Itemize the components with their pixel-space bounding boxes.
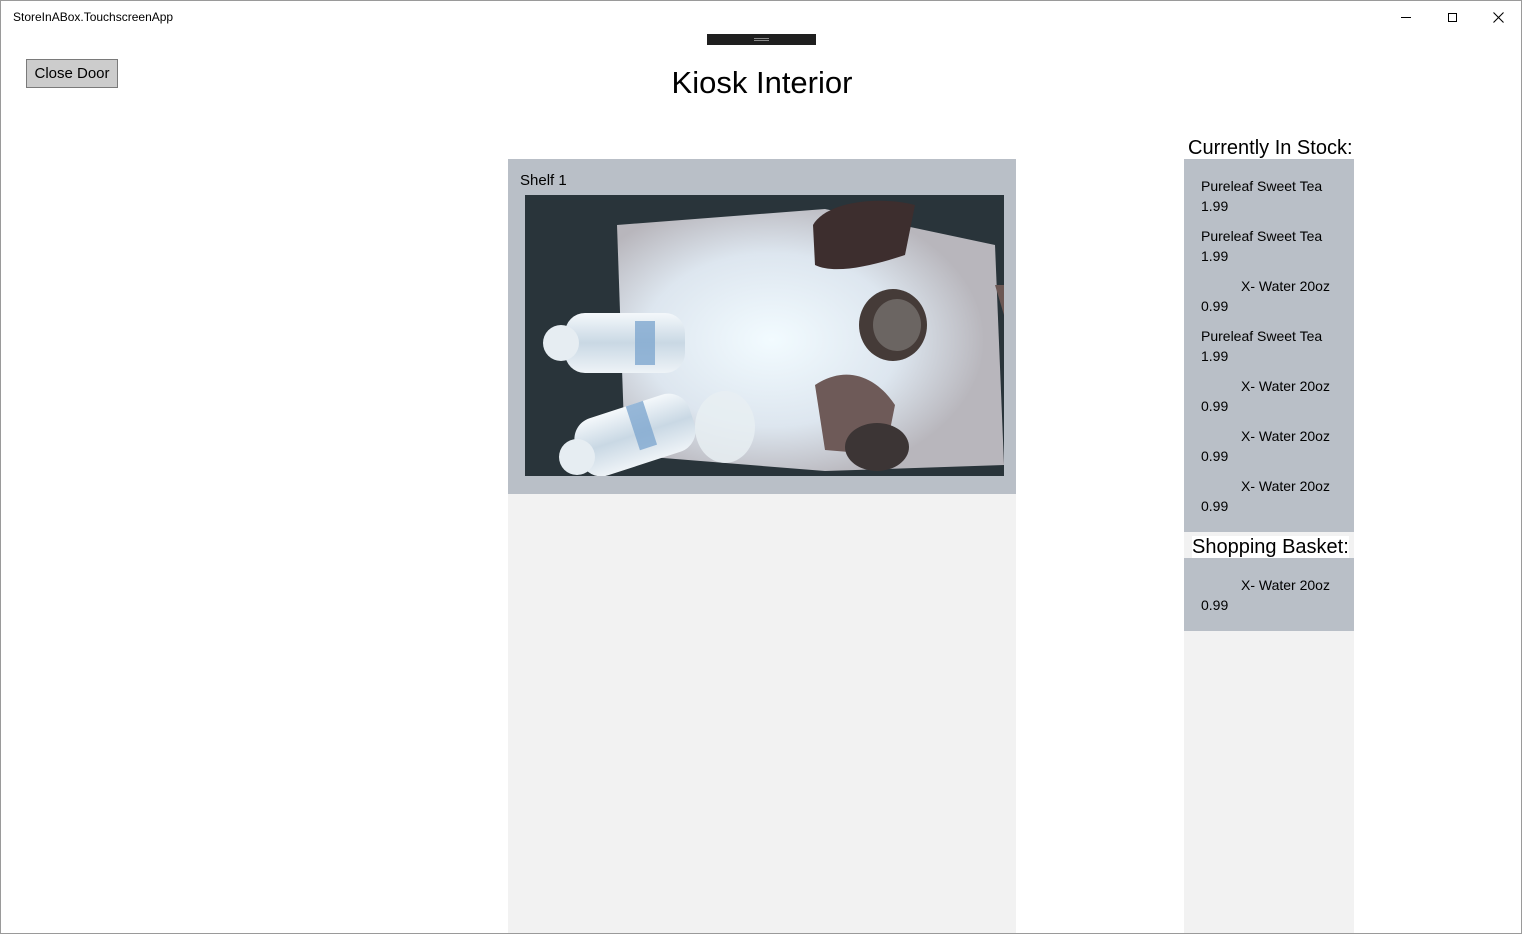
item-price: 0.99	[1201, 448, 1229, 464]
basket-list: X- Water 20oz 0.99	[1201, 575, 1341, 625]
maximize-icon	[1447, 12, 1457, 22]
stock-item[interactable]: Pureleaf Sweet Tea 1.99	[1201, 226, 1341, 276]
shelf-photo	[525, 195, 1004, 476]
item-name: Pureleaf Sweet Tea	[1201, 178, 1323, 194]
close-icon	[1492, 11, 1504, 23]
item-price: 1.99	[1201, 248, 1229, 264]
shelf-camera-image	[525, 195, 1004, 476]
shelf-panel: Shelf 1	[508, 159, 1016, 494]
item-price: 0.99	[1201, 498, 1229, 514]
item-name: X- Water 20oz	[1241, 278, 1330, 294]
item-price: 1.99	[1201, 198, 1229, 214]
basket-heading: Shopping Basket:	[1192, 536, 1349, 559]
drag-handle[interactable]	[707, 34, 816, 45]
app-title: StoreInABox.TouchscreenApp	[13, 10, 174, 24]
item-price: 0.99	[1201, 597, 1229, 613]
item-price: 0.99	[1201, 298, 1229, 314]
stock-item[interactable]: X- Water 20oz 0.99	[1201, 426, 1341, 476]
app-window: StoreInABox.TouchscreenApp Close Door Ki…	[0, 0, 1522, 934]
close-window-button[interactable]	[1475, 1, 1521, 33]
item-price: 0.99	[1201, 398, 1229, 414]
basket-panel: X- Water 20oz 0.99	[1184, 558, 1354, 631]
stock-panel: Pureleaf Sweet Tea 1.99 Pureleaf Sweet T…	[1184, 159, 1354, 532]
page-title: Kiosk Interior	[671, 65, 853, 100]
item-name: X- Water 20oz	[1241, 577, 1330, 593]
stock-list: Pureleaf Sweet Tea 1.99 Pureleaf Sweet T…	[1201, 176, 1341, 526]
item-price: 1.99	[1201, 348, 1229, 364]
grip-line	[754, 38, 769, 39]
stock-heading: Currently In Stock:	[1188, 137, 1353, 160]
shelf-column: Shelf 1	[508, 159, 1016, 933]
item-name: X- Water 20oz	[1241, 378, 1330, 394]
grip-line	[754, 40, 769, 41]
basket-item[interactable]: X- Water 20oz 0.99	[1201, 575, 1341, 625]
item-name: Pureleaf Sweet Tea	[1201, 228, 1323, 244]
stock-item[interactable]: Pureleaf Sweet Tea 1.99	[1201, 176, 1341, 226]
minimize-button[interactable]	[1383, 1, 1429, 33]
maximize-button[interactable]	[1429, 1, 1475, 33]
item-name: X- Water 20oz	[1241, 428, 1330, 444]
stock-item[interactable]: X- Water 20oz 0.99	[1201, 476, 1341, 526]
stock-item[interactable]: Pureleaf Sweet Tea 1.99	[1201, 326, 1341, 376]
shelf-label: Shelf 1	[520, 172, 567, 189]
minimize-icon	[1401, 16, 1411, 18]
title-bar[interactable]: StoreInABox.TouchscreenApp	[1, 1, 1521, 33]
item-name: Pureleaf Sweet Tea	[1201, 328, 1323, 344]
stock-item[interactable]: X- Water 20oz 0.99	[1201, 276, 1341, 326]
stock-item[interactable]: X- Water 20oz 0.99	[1201, 376, 1341, 426]
item-name: X- Water 20oz	[1241, 478, 1330, 494]
